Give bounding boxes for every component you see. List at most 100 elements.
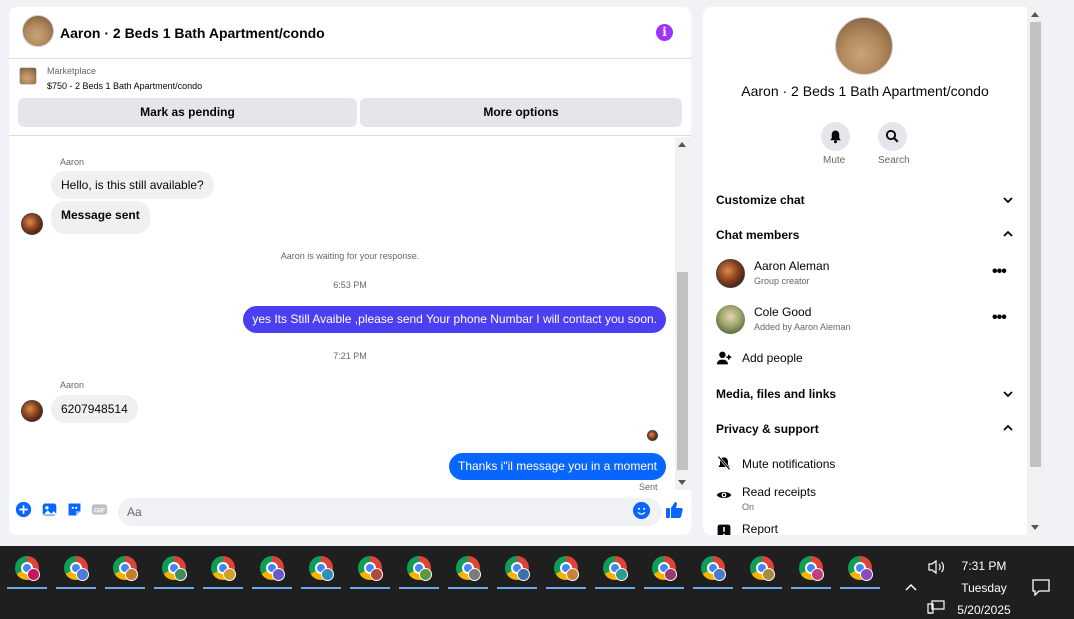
gif-icon[interactable]: GIF xyxy=(91,501,108,518)
chat-scrollbar[interactable] xyxy=(675,137,691,490)
chrome-taskbar-icon[interactable] xyxy=(203,554,243,590)
clock-time[interactable]: 7:31 PM xyxy=(940,559,1028,573)
scrollbar-thumb[interactable] xyxy=(677,272,688,470)
scrollbar-thumb[interactable] xyxy=(1030,22,1041,467)
read-receipts-item[interactable]: Read receipts xyxy=(742,485,816,499)
avatar[interactable] xyxy=(716,305,745,334)
listing-avatar[interactable] xyxy=(22,15,54,47)
chrome-taskbar-icon[interactable] xyxy=(546,554,586,590)
timestamp: 6:53 PM xyxy=(333,280,367,290)
chrome-taskbar-icon[interactable] xyxy=(644,554,684,590)
info-icon[interactable]: i xyxy=(656,24,673,41)
privacy-support-section[interactable]: Privacy & support xyxy=(716,422,819,436)
media-files-section[interactable]: Media, files and links xyxy=(716,387,836,401)
chrome-taskbar-icon[interactable] xyxy=(350,554,390,590)
eye-icon[interactable] xyxy=(716,487,732,503)
svg-text:GIF: GIF xyxy=(94,507,105,514)
incoming-message[interactable]: Message sent xyxy=(51,201,150,234)
avatar[interactable] xyxy=(21,400,43,422)
report-icon[interactable] xyxy=(716,523,732,535)
listing-price-title[interactable]: $750 - 2 Beds 1 Bath Apartment/condo xyxy=(47,81,202,91)
scroll-up-icon[interactable] xyxy=(1031,12,1039,17)
chrome-taskbar-icon[interactable] xyxy=(497,554,537,590)
add-people-link[interactable]: Add people xyxy=(742,351,803,365)
message-list: Aaron Hello, is this still available? Me… xyxy=(9,137,691,492)
chrome-taskbar-icon[interactable] xyxy=(252,554,292,590)
more-icon[interactable]: ••• xyxy=(992,263,1007,281)
chrome-taskbar-icon[interactable] xyxy=(301,554,341,590)
timestamp: 7:21 PM xyxy=(333,351,367,361)
clock-day[interactable]: Tuesday xyxy=(940,581,1028,595)
taskbar: 7:31 PM Tuesday 5/20/2025 xyxy=(0,546,1074,619)
chrome-taskbar-icon[interactable] xyxy=(840,554,880,590)
bell-slash-icon[interactable] xyxy=(716,455,732,471)
listing-category: Marketplace xyxy=(47,66,97,76)
member-role: Group creator xyxy=(754,276,810,286)
notification-icon[interactable] xyxy=(1032,579,1050,596)
search-button[interactable] xyxy=(878,122,907,151)
outgoing-message[interactable]: Thanks i"il message you in a moment xyxy=(448,453,666,480)
avatar[interactable] xyxy=(716,259,745,288)
search-icon xyxy=(885,129,899,143)
scroll-down-icon[interactable] xyxy=(678,480,686,485)
report-item[interactable]: Report xyxy=(742,522,778,535)
chrome-taskbar-icon[interactable] xyxy=(791,554,831,590)
chevron-up-icon[interactable] xyxy=(1003,424,1013,432)
incoming-message[interactable]: 6207948514 xyxy=(51,395,138,423)
mute-label: Mute xyxy=(823,155,846,166)
chrome-taskbar-icon[interactable] xyxy=(105,554,145,590)
chevron-down-icon[interactable] xyxy=(1003,390,1013,398)
incoming-message[interactable]: Hello, is this still available? xyxy=(51,171,214,199)
mute-notifications-item[interactable]: Mute notifications xyxy=(742,457,835,471)
mute-button[interactable] xyxy=(821,122,850,151)
chrome-taskbar-icon[interactable] xyxy=(595,554,635,590)
bell-icon xyxy=(830,130,841,144)
member-name[interactable]: Aaron Aleman xyxy=(754,259,829,273)
read-receipts-status: On xyxy=(742,502,755,512)
sender-name: Aaron xyxy=(60,157,85,167)
seen-avatar xyxy=(647,430,658,441)
chrome-taskbar-icon[interactable] xyxy=(742,554,782,590)
scroll-down-icon[interactable] xyxy=(1031,525,1039,530)
page-scrollbar[interactable] xyxy=(1027,7,1044,535)
details-title: Aaron · 2 Beds 1 Bath Apartment/condo xyxy=(741,83,989,99)
sender-name: Aaron xyxy=(60,380,85,390)
listing-bar: Marketplace $750 - 2 Beds 1 Bath Apartme… xyxy=(9,59,691,136)
mark-as-pending-button[interactable]: Mark as pending xyxy=(18,98,357,127)
composer: GIF xyxy=(9,490,691,535)
photo-icon[interactable] xyxy=(41,501,58,518)
chat-members-section[interactable]: Chat members xyxy=(716,228,799,242)
avatar[interactable] xyxy=(21,213,43,235)
emoji-icon[interactable] xyxy=(633,502,650,519)
customize-chat-section[interactable]: Customize chat xyxy=(716,193,805,207)
chat-details-panel: Aaron · 2 Beds 1 Bath Apartment/condo Mu… xyxy=(703,7,1027,535)
chrome-taskbar-icon[interactable] xyxy=(399,554,439,590)
scroll-up-icon[interactable] xyxy=(678,142,686,147)
sticker-icon[interactable] xyxy=(66,501,83,518)
chevron-down-icon[interactable] xyxy=(1003,196,1013,204)
chrome-taskbar-icon[interactable] xyxy=(693,554,733,590)
thumbs-up-icon[interactable] xyxy=(664,500,684,520)
search-label: Search xyxy=(878,155,910,166)
member-name[interactable]: Cole Good xyxy=(754,305,811,319)
chat-title[interactable]: Aaron · 2 Beds 1 Bath Apartment/condo xyxy=(60,25,325,41)
chrome-taskbar-icon[interactable] xyxy=(154,554,194,590)
more-icon[interactable]: ••• xyxy=(992,309,1007,327)
clock-date[interactable]: 5/20/2025 xyxy=(940,603,1028,617)
plus-icon[interactable] xyxy=(15,501,32,518)
chrome-taskbar-icon[interactable] xyxy=(448,554,488,590)
message-input[interactable] xyxy=(118,498,662,526)
listing-thumbnail[interactable] xyxy=(19,67,37,85)
outgoing-message[interactable]: yes Its Still Avaible ,please send Your … xyxy=(243,306,666,333)
chrome-taskbar-icon[interactable] xyxy=(7,554,47,590)
chevron-up-icon[interactable] xyxy=(1003,230,1013,238)
chat-header: Aaron · 2 Beds 1 Bath Apartment/condo i xyxy=(9,7,691,59)
system-notice: Aaron is waiting for your response. xyxy=(280,251,420,261)
chat-panel: Aaron · 2 Beds 1 Bath Apartment/condo i … xyxy=(9,7,691,535)
listing-photo[interactable] xyxy=(835,17,893,75)
chevron-up-icon[interactable] xyxy=(904,582,918,592)
more-options-button[interactable]: More options xyxy=(360,98,682,127)
add-person-icon[interactable] xyxy=(716,350,732,366)
chrome-taskbar-icon[interactable] xyxy=(56,554,96,590)
member-role: Added by Aaron Aleman xyxy=(754,322,851,332)
